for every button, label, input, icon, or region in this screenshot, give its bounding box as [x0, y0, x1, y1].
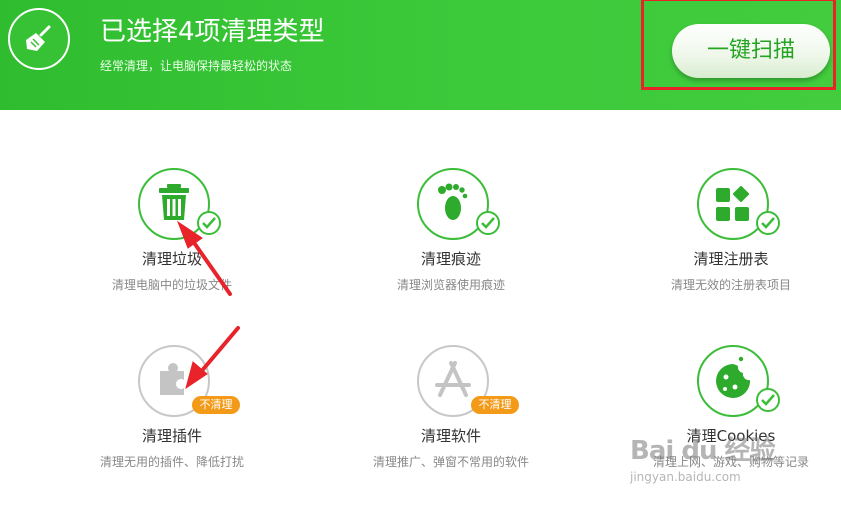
- clean-item-plugins: 不清理 清理插件 清理无用的插件、降低打扰: [45, 345, 305, 485]
- clean-item-registry: 清理注册表 清理无效的注册表项目: [604, 168, 841, 308]
- clean-item-desc: 清理电脑中的垃圾文件: [111, 278, 232, 292]
- clean-item-title: 清理插件: [141, 427, 202, 445]
- clean-item-toggle[interactable]: 不清理: [417, 345, 519, 417]
- page-subtitle: 经常清理，让电脑保持最轻松的状态: [100, 59, 293, 73]
- clean-item-software: 不清理 清理软件 清理推广、弹窗不常用的软件: [324, 345, 584, 485]
- check-icon: [476, 211, 500, 235]
- skip-tag: 不清理: [471, 396, 519, 414]
- check-icon: [197, 211, 221, 235]
- clean-item-desc: 清理推广、弹窗不常用的软件: [372, 455, 529, 469]
- annotation-highlight-box: [641, 0, 836, 90]
- clean-item-trash: 清理垃圾 清理电脑中的垃圾文件: [45, 168, 305, 308]
- clean-item-title: 清理垃圾: [141, 250, 202, 268]
- clean-item-desc: 清理无用的插件、降低打扰: [99, 455, 244, 469]
- logo: [8, 8, 70, 70]
- clean-item-desc: 清理无效的注册表项目: [670, 278, 791, 292]
- check-icon: [756, 388, 780, 412]
- clean-item-desc: 清理浏览器使用痕迹: [396, 278, 505, 292]
- clean-item-traces: 清理痕迹 清理浏览器使用痕迹: [324, 168, 584, 308]
- clean-item-title: 清理Cookies: [686, 427, 776, 445]
- clean-item-toggle[interactable]: [138, 168, 221, 240]
- clean-item-title: 清理注册表: [693, 250, 769, 268]
- skip-tag: 不清理: [192, 396, 240, 414]
- header-banner: 已选择4项清理类型 经常清理，让电脑保持最轻松的状态 一键扫描: [0, 0, 841, 110]
- clean-item-toggle[interactable]: [697, 345, 780, 417]
- clean-item-toggle[interactable]: [697, 168, 780, 240]
- page-title: 已选择4项清理类型: [100, 17, 325, 47]
- clean-item-title: 清理痕迹: [420, 250, 481, 268]
- check-icon: [756, 211, 780, 235]
- clean-item-toggle[interactable]: [417, 168, 500, 240]
- clean-item-title: 清理软件: [420, 427, 481, 445]
- clean-item-desc: 清理上网、游戏、购物等记录: [652, 455, 809, 469]
- clean-item-cookies: 清理Cookies 清理上网、游戏、购物等记录: [604, 345, 841, 485]
- clean-item-toggle[interactable]: 不清理: [138, 345, 240, 417]
